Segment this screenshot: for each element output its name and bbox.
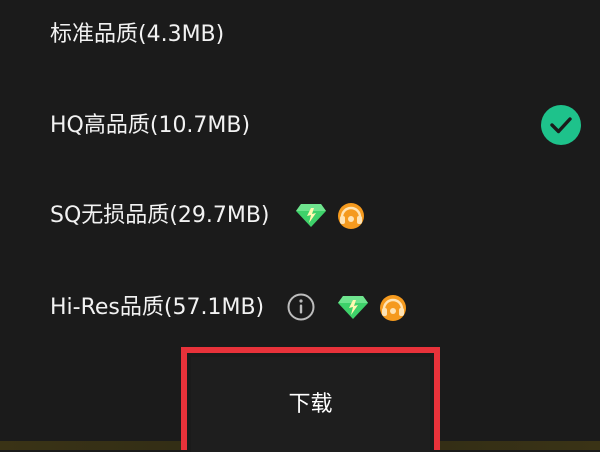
quality-option-standard[interactable]: 标准品质(4.3MB) — [0, 5, 600, 65]
diamond-icon — [337, 294, 369, 324]
quality-option-label: 标准品质(4.3MB) — [50, 22, 225, 47]
quality-option-label: Hi-Res品质(57.1MB) — [50, 295, 265, 320]
quality-option-label: HQ高品质(10.7MB) — [50, 113, 251, 138]
quality-option-sq[interactable]: SQ无损品质(29.7MB) — [0, 186, 600, 246]
download-button[interactable]: 下载 — [191, 357, 430, 452]
vip-headphones-icon — [335, 200, 367, 236]
vip-headphones-icon — [377, 292, 409, 328]
quality-option-hires[interactable]: Hi-Res品质(57.1MB) — [0, 278, 600, 338]
quality-option-label: SQ无损品质(29.7MB) — [50, 203, 270, 228]
diamond-icon — [295, 202, 327, 232]
check-icon — [541, 105, 581, 145]
info-icon[interactable] — [286, 292, 316, 326]
quality-option-hq[interactable]: HQ高品质(10.7MB) — [0, 96, 600, 156]
download-highlight-frame: 下载 — [181, 347, 440, 452]
